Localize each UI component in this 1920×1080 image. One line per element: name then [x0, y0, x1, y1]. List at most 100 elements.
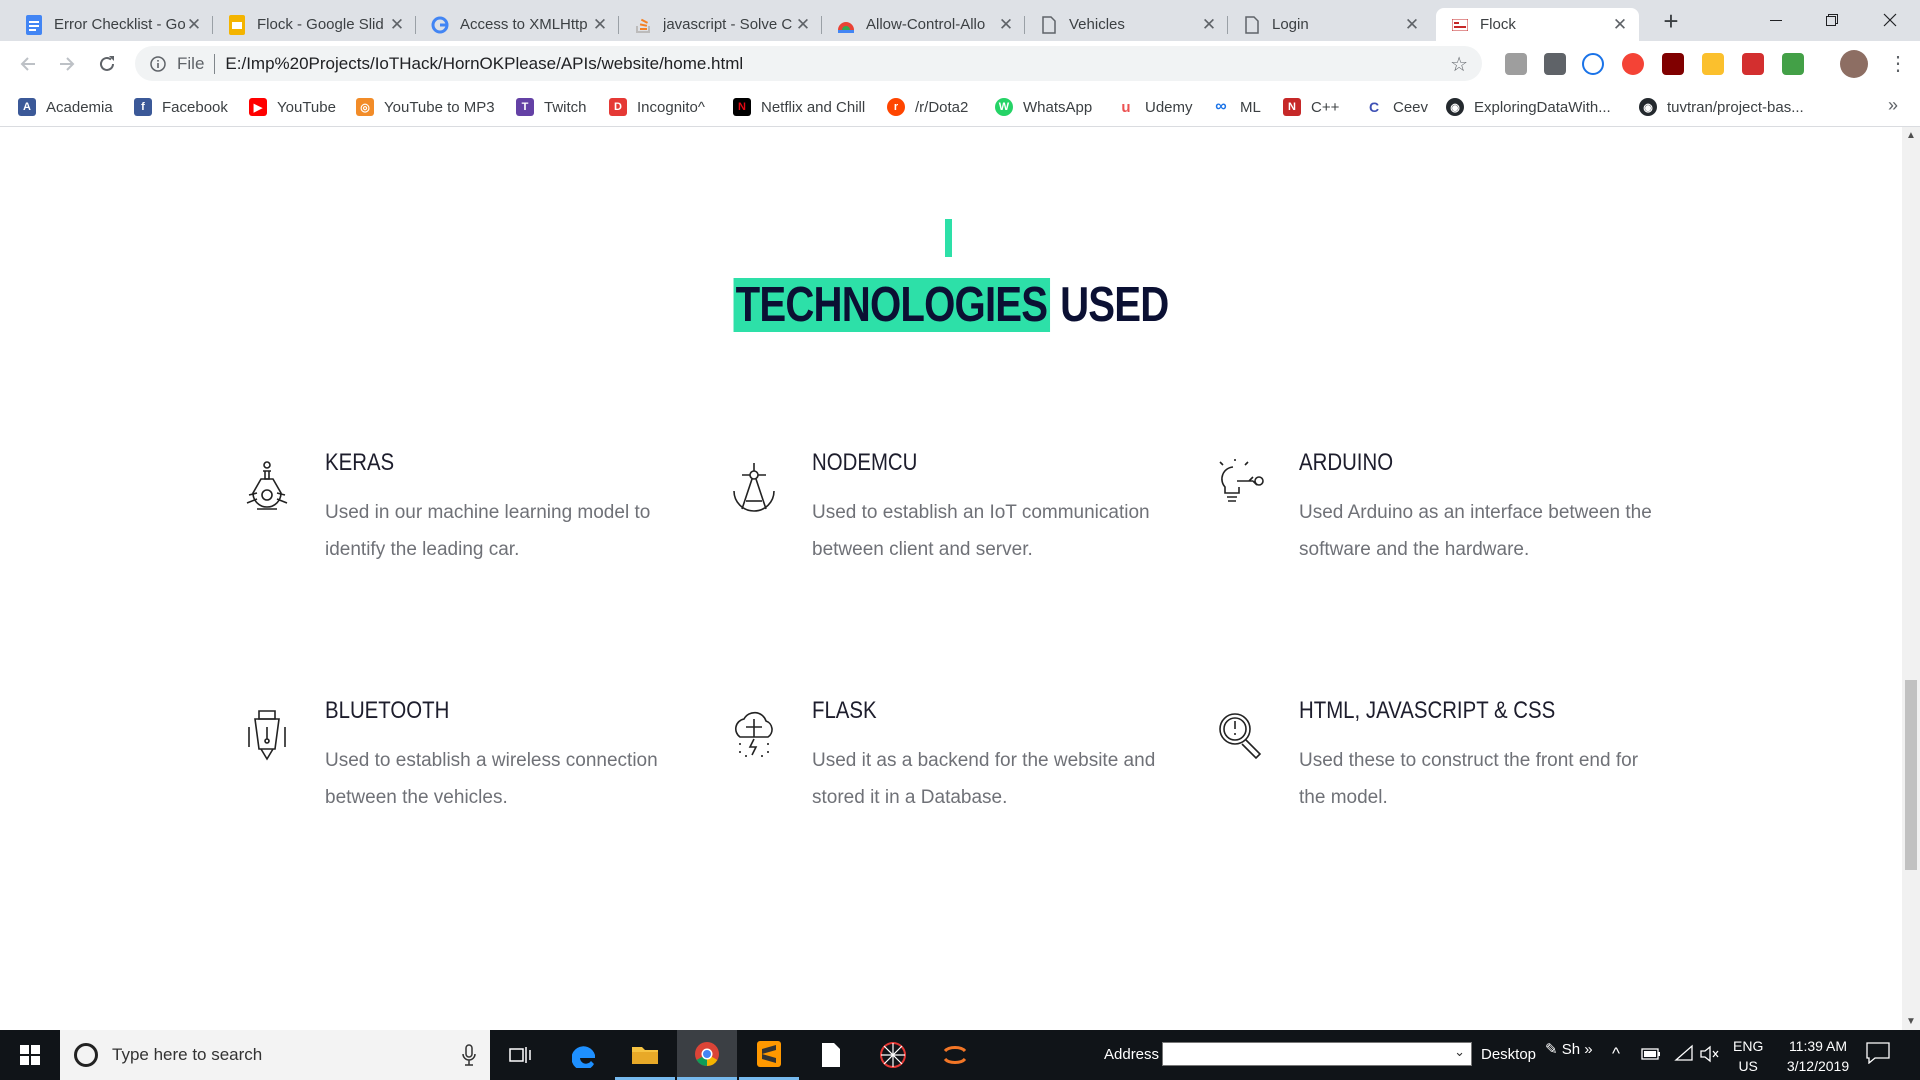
tech-description: Used these to construct the front end fo…: [1299, 750, 1639, 808]
bookmark-reddit-dota2[interactable]: r/r/Dota2: [887, 95, 968, 119]
wifi-icon[interactable]: [1674, 1044, 1694, 1062]
extension-icon[interactable]: [1742, 53, 1764, 75]
bookmark-youtube-mp3[interactable]: ◎ YouTube to MP3: [356, 95, 495, 119]
taskbar-jupyter[interactable]: [925, 1030, 985, 1080]
battery-icon[interactable]: [1641, 1048, 1661, 1060]
tab-login[interactable]: Login ✕: [1228, 8, 1431, 41]
bookmark-youtube[interactable]: ▶ YouTube: [249, 95, 336, 119]
address-toolbar-input[interactable]: ⌄: [1162, 1042, 1472, 1066]
compass-icon: [733, 463, 775, 512]
vertical-scrollbar[interactable]: ▲ ▼: [1902, 127, 1920, 1030]
system-clock[interactable]: 11:39 AM 3/12/2019: [1773, 1036, 1863, 1076]
language-indicator[interactable]: ENG US: [1733, 1036, 1763, 1076]
keep-icon[interactable]: [1544, 53, 1566, 75]
tab-title: Login: [1272, 16, 1309, 33]
bookmark-label: YouTube: [277, 98, 336, 116]
academia-icon: A: [18, 98, 36, 116]
close-icon[interactable]: ✕: [185, 15, 203, 34]
scheme-label: File: [177, 53, 205, 73]
scroll-up-icon[interactable]: ▲: [1902, 127, 1920, 144]
reload-button[interactable]: [93, 50, 121, 78]
desktop-toolbar-label[interactable]: Desktop: [1481, 1046, 1536, 1063]
address-toolbar-label: Address: [1104, 1046, 1160, 1063]
tech-description: Used in our machine learning model to id…: [325, 502, 651, 560]
back-button[interactable]: [14, 50, 42, 78]
bookmark-cpp[interactable]: N C++: [1283, 95, 1339, 119]
chrome-icon: [695, 1041, 719, 1066]
close-icon[interactable]: ✕: [1403, 15, 1421, 34]
opera-icon[interactable]: [1622, 53, 1644, 75]
taskbar-spider-app[interactable]: [863, 1030, 923, 1080]
bookmark-ceev[interactable]: C Ceev: [1365, 95, 1428, 119]
restore-button[interactable]: [1804, 0, 1860, 40]
taskbar-chrome[interactable]: [677, 1030, 737, 1080]
pen-nib-icon: [248, 710, 286, 761]
tab-allow-control[interactable]: Allow-Control-Allo ✕: [822, 8, 1025, 41]
avatar[interactable]: [1840, 50, 1868, 78]
bookmark-tuvtran[interactable]: ◉ tuvtran/project-bas...: [1639, 95, 1804, 119]
cpp-icon: N: [1283, 98, 1301, 116]
whatsapp-icon: W: [995, 98, 1013, 116]
tech-description: Used it as a backend for the website and…: [812, 750, 1156, 808]
minimize-button[interactable]: [1748, 0, 1804, 40]
task-view-button[interactable]: [490, 1030, 550, 1080]
new-tab-button[interactable]: +: [1656, 8, 1686, 36]
tab-javascript-solve[interactable]: javascript - Solve C ✕: [619, 8, 822, 41]
volume-muted-icon[interactable]: [1700, 1045, 1720, 1063]
bookmark-label: /r/Dota2: [915, 98, 969, 116]
close-icon[interactable]: ✕: [1611, 15, 1629, 34]
bookmark-label: Netflix and Chill: [761, 98, 866, 116]
extension-icon[interactable]: [1582, 53, 1604, 75]
close-icon[interactable]: ✕: [1200, 15, 1218, 34]
stackoverflow-icon: [633, 15, 653, 35]
close-icon[interactable]: ✕: [591, 15, 609, 34]
address-bar[interactable]: File E:/Imp%20Projects/IoTHack/HornOKPle…: [135, 46, 1482, 81]
taskbar-search[interactable]: Type here to search: [60, 1030, 490, 1080]
tab-error-checklist[interactable]: Error Checklist - Go ✕: [10, 8, 213, 41]
chevron-more-icon[interactable]: »: [1888, 95, 1898, 116]
bookmark-label: WhatsApp: [1023, 98, 1093, 116]
bookmark-whatsapp[interactable]: W WhatsApp: [995, 95, 1092, 119]
gmail-checker-icon[interactable]: [1505, 53, 1527, 75]
tab-vehicles[interactable]: Vehicles ✕: [1025, 8, 1228, 41]
taskbar-edge[interactable]: [555, 1030, 615, 1080]
notification-icon[interactable]: [1866, 1042, 1890, 1064]
bookmark-incognito[interactable]: D Incognito^: [609, 95, 705, 119]
menu-kebab-icon[interactable]: ⋮: [1888, 51, 1908, 76]
close-icon[interactable]: ✕: [388, 15, 406, 34]
taskbar-document[interactable]: [801, 1030, 861, 1080]
youtube-mp3-icon: ◎: [356, 98, 374, 116]
cors-icon[interactable]: [1782, 53, 1804, 75]
taskbar-sublime[interactable]: [739, 1030, 799, 1080]
bookmark-academia[interactable]: A Academia: [18, 95, 113, 119]
bookmark-ml[interactable]: ∞ ML: [1212, 95, 1261, 119]
url-text[interactable]: E:/Imp%20Projects/IoTHack/HornOKPlease/A…: [225, 54, 743, 74]
ublock-icon[interactable]: [1662, 53, 1684, 75]
scroll-down-icon[interactable]: ▼: [1902, 1013, 1920, 1030]
tab-access-xmlhttp[interactable]: Access to XMLHttp ✕: [416, 8, 619, 41]
close-icon[interactable]: ✕: [997, 15, 1015, 34]
microphone-icon[interactable]: [462, 1044, 476, 1066]
bookmark-facebook[interactable]: f Facebook: [134, 95, 228, 119]
tab-flock-slides[interactable]: Flock - Google Slid ✕: [213, 8, 416, 41]
tab-flock-active[interactable]: Flock ✕: [1436, 8, 1639, 41]
close-icon[interactable]: ✕: [794, 15, 812, 34]
close-icon: [1883, 13, 1897, 27]
scroll-thumb[interactable]: [1905, 680, 1917, 870]
refresh-icon[interactable]: [1450, 1047, 1466, 1063]
bookmark-exploringdata[interactable]: ◉ ExploringDataWith...: [1446, 95, 1611, 119]
bookmark-netflix[interactable]: N Netflix and Chill: [733, 95, 865, 119]
bookmark-udemy[interactable]: u Udemy: [1117, 95, 1193, 119]
start-button[interactable]: [0, 1030, 60, 1080]
chevron-up-icon[interactable]: ^: [1612, 1044, 1620, 1064]
language-bar[interactable]: ✎ Sh »: [1545, 1040, 1593, 1058]
page-icon: [1039, 15, 1059, 35]
taskbar-file-explorer[interactable]: [615, 1030, 675, 1080]
tech-name: NODEMCU: [812, 449, 918, 476]
bookmark-twitch[interactable]: T Twitch: [516, 95, 587, 119]
bookmark-label: tuvtran/project-bas...: [1667, 98, 1804, 116]
bookmark-star-icon[interactable]: ☆: [1450, 52, 1468, 77]
forward-button[interactable]: [53, 50, 81, 78]
extension-icon[interactable]: [1702, 53, 1724, 75]
close-window-button[interactable]: [1862, 0, 1918, 40]
